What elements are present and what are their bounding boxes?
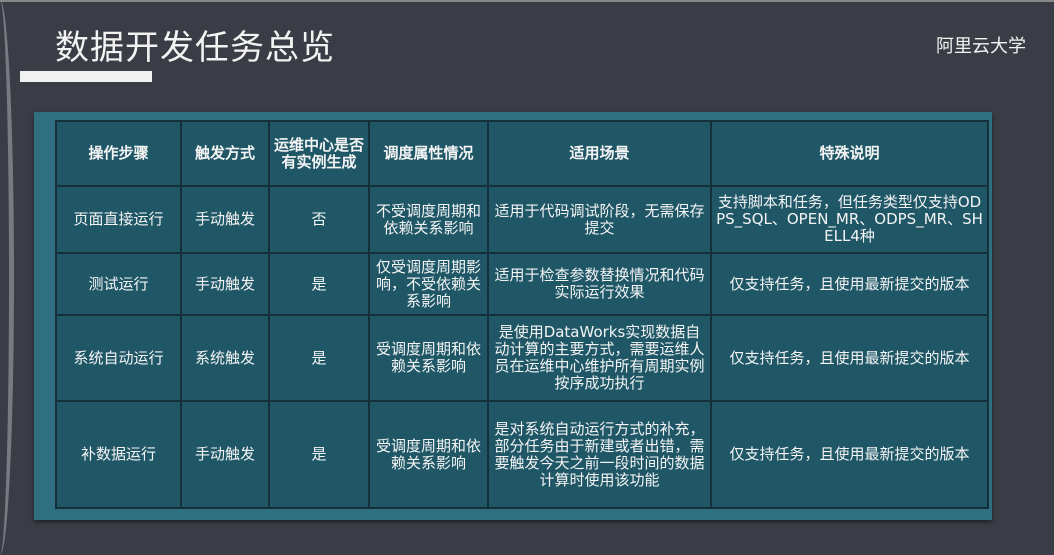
table-cell: 补数据运行 (55, 400, 182, 509)
brand-logo-text: 阿里云大学 (936, 36, 1026, 57)
table-cell: 仅受调度周期影响，不受依赖关系影响 (368, 252, 489, 316)
page-title: 数据开发任务总览 (55, 28, 335, 68)
table-cell: 仅支持任务，且使用最新提交的版本 (710, 252, 989, 316)
table-cell: 不受调度周期和依赖关系影响 (368, 185, 489, 254)
column-header: 适用场景 (487, 120, 712, 187)
table-cell: 手动触发 (180, 185, 270, 254)
table-cell: 系统触发 (180, 314, 270, 402)
table-cell: 是对系统自动运行方式的补充，部分任务由于新建或者出错，需要触发今天之前一段时间的… (487, 400, 712, 509)
decorative-curve (0, 0, 14, 555)
column-header: 触发方式 (180, 120, 270, 187)
table-panel: 操作步骤 触发方式 运维中心是否有实例生成 调度属性情况 适用场景 特殊说明 页… (34, 112, 992, 520)
column-header: 调度属性情况 (368, 120, 489, 187)
title-underline (20, 71, 152, 82)
table-cell: 页面直接运行 (55, 185, 182, 254)
top-border (0, 0, 1054, 2)
table-cell: 测试运行 (55, 252, 182, 316)
table-row: 测试运行 手动触发 是 仅受调度周期影响，不受依赖关系影响 适用于检查参数替换情… (55, 252, 989, 316)
table-row: 补数据运行 手动触发 是 受调度周期和依赖关系影响 是对系统自动运行方式的补充，… (55, 400, 989, 509)
table-cell: 适用于代码调试阶段，无需保存提交 (487, 185, 712, 254)
table-cell: 仅支持任务，且使用最新提交的版本 (710, 400, 989, 509)
table-cell: 手动触发 (180, 252, 270, 316)
column-header: 操作步骤 (55, 120, 182, 187)
table-header-row: 操作步骤 触发方式 运维中心是否有实例生成 调度属性情况 适用场景 特殊说明 (55, 120, 989, 187)
table-cell: 适用于检查参数替换情况和代码实际运行效果 (487, 252, 712, 316)
table-cell: 系统自动运行 (55, 314, 182, 402)
table-cell: 受调度周期和依赖关系影响 (368, 400, 489, 509)
table-cell: 是 (268, 400, 370, 509)
table-cell: 受调度周期和依赖关系影响 (368, 314, 489, 402)
table-row: 系统自动运行 系统触发 是 受调度周期和依赖关系影响 是使用DataWorks实… (55, 314, 989, 402)
table-cell: 仅支持任务，且使用最新提交的版本 (710, 314, 989, 402)
task-overview-table: 操作步骤 触发方式 运维中心是否有实例生成 调度属性情况 适用场景 特殊说明 页… (55, 120, 989, 509)
table-cell: 是使用DataWorks实现数据自动计算的主要方式，需要运维人员在运维中心维护所… (487, 314, 712, 402)
table-cell: 支持脚本和任务，但任务类型仅支持ODPS_SQL、OPEN_MR、ODPS_MR… (710, 185, 989, 254)
column-header: 特殊说明 (710, 120, 989, 187)
column-header: 运维中心是否有实例生成 (268, 120, 370, 187)
table-cell: 是 (268, 314, 370, 402)
table-cell: 手动触发 (180, 400, 270, 509)
table-cell: 否 (268, 185, 370, 254)
table-row: 页面直接运行 手动触发 否 不受调度周期和依赖关系影响 适用于代码调试阶段，无需… (55, 185, 989, 254)
table-cell: 是 (268, 252, 370, 316)
